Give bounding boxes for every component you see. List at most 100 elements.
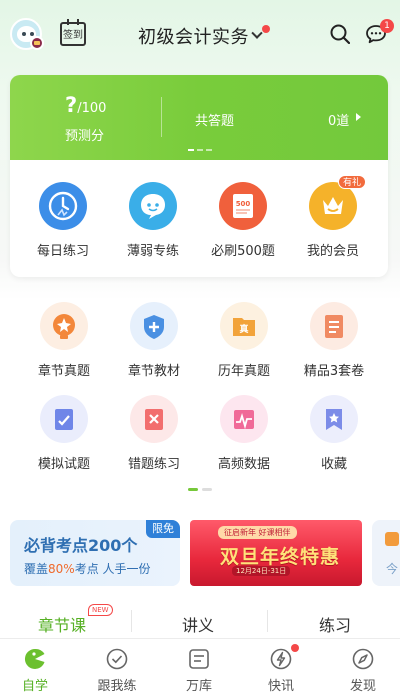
quick-label: 我的会员 — [306, 244, 359, 259]
premium-papers-icon — [310, 302, 358, 350]
favorites-icon — [310, 395, 358, 443]
banner-title: 双旦年终特惠 — [220, 546, 341, 568]
score-summary[interactable]: ?/100 预测分 共答题 0道 — [10, 75, 388, 160]
chevron-down-icon — [251, 27, 263, 39]
chapter-textbook-icon — [130, 302, 178, 350]
quick-actions: 每日练习 薄弱专练 500 必刷500题 我的会员 — [10, 182, 388, 262]
predict-score-total: /100 — [77, 101, 107, 116]
banner-sub-prefix: 覆盖 — [24, 562, 49, 576]
nav-label: 发现 — [349, 679, 376, 692]
tab-divider — [131, 610, 132, 632]
banner-title: 必背考点200个 — [24, 536, 138, 555]
nav-practice-with-me[interactable]: 跟我练 — [77, 639, 157, 692]
avatar-eye-left — [22, 32, 26, 36]
quick-must-do-500[interactable]: 500 必刷500题 — [198, 182, 288, 259]
content-tabs: 章节课 NEW 讲义 练习 — [0, 604, 400, 638]
card-page-indicator — [188, 149, 212, 151]
year-end-sale-banner[interactable]: 征启新年 好课相伴 双旦年终特惠 12月24日-31日 — [190, 520, 362, 586]
quick-weak-practice[interactable]: 薄弱专练 — [108, 182, 198, 259]
subject-title: 初级会计实务 — [138, 27, 249, 48]
svg-text:500: 500 — [236, 200, 251, 208]
checkin-label: 签到 — [63, 30, 83, 41]
past-exams-icon: 真 — [220, 302, 268, 350]
next-banner[interactable]: 今 — [372, 520, 400, 586]
nav-self-study[interactable]: 自学 — [0, 639, 75, 692]
bottom-navigation: 自学 跟我练 万库 快讯 发现 — [0, 638, 400, 692]
subject-notification-dot — [262, 25, 270, 33]
nav-label: 跟我练 — [97, 679, 137, 692]
practice-with-me-icon — [106, 648, 128, 670]
banner-sub-highlight: 80% — [48, 562, 75, 576]
chevron-right-icon — [356, 113, 361, 121]
news-flash-icon — [270, 648, 292, 670]
high-frequency-icon — [220, 395, 268, 443]
predict-score-label: 预测分 — [65, 129, 105, 144]
grid-page-indicator — [188, 488, 212, 491]
grid-mock-exam[interactable]: 模拟试题 — [19, 395, 109, 472]
total-answered-value: 0道 — [328, 114, 350, 129]
wrong-questions-icon — [130, 395, 178, 443]
predict-score-value: ?/100 — [65, 93, 106, 117]
total-answered-label: 共答题 — [195, 114, 235, 129]
nav-question-bank[interactable]: 万库 — [159, 639, 239, 692]
quick-membership[interactable]: 我的会员 — [288, 182, 378, 259]
tab-practice[interactable]: 练习 — [319, 612, 351, 636]
chapter-exam-icon — [40, 302, 88, 350]
quick-label: 每日练习 — [36, 244, 89, 259]
grid-premium-papers[interactable]: 精品3套卷 — [289, 302, 379, 379]
mock-exam-icon — [40, 395, 88, 443]
grid-label: 历年真题 — [217, 364, 270, 379]
must-do-500-icon: 500 — [219, 182, 267, 230]
grid-label: 错题练习 — [127, 457, 180, 472]
predict-score-number: ? — [65, 93, 78, 117]
search-icon[interactable] — [330, 24, 350, 44]
nav-discover[interactable]: 发现 — [323, 639, 400, 692]
nav-label: 快讯 — [267, 679, 294, 692]
divider — [161, 97, 162, 137]
calendar-icon — [385, 532, 399, 546]
key-points-banner[interactable]: 必背考点200个 覆盖80%考点 人手一份 限免 — [10, 520, 180, 586]
quick-label: 薄弱专练 — [126, 244, 179, 259]
banner-date: 12月24日-31日 — [232, 566, 291, 576]
question-bank-icon — [189, 649, 209, 669]
member-badge-icon — [30, 36, 44, 50]
grid-label: 高频数据 — [217, 457, 270, 472]
grid-past-exams[interactable]: 真 历年真题 — [199, 302, 289, 379]
grid-label: 模拟试题 — [37, 457, 90, 472]
free-tag: 限免 — [146, 520, 180, 538]
score-card: ?/100 预测分 共答题 0道 每日练习 薄弱专练 500 必刷500题 我的… — [10, 75, 388, 277]
nav-label: 自学 — [21, 679, 48, 692]
banner-top-text: 征启新年 好课相伴 — [218, 526, 297, 539]
avatar-eye-right — [30, 32, 34, 36]
svg-text:真: 真 — [239, 323, 248, 335]
subject-selector[interactable]: 初级会计实务 — [138, 23, 263, 49]
banner-text: 今 — [386, 562, 399, 576]
grid-chapter-exam[interactable]: 章节真题 — [19, 302, 109, 379]
tab-handouts[interactable]: 讲义 — [182, 612, 214, 636]
grid-favorites[interactable]: 收藏 — [289, 395, 379, 472]
tab-divider — [267, 610, 268, 632]
top-bar: 签到 初级会计实务 1 — [0, 0, 400, 70]
new-badge: NEW — [88, 604, 113, 616]
quick-daily-practice[interactable]: 每日练习 — [18, 182, 108, 259]
daily-practice-icon — [39, 182, 87, 230]
banner-subtitle: 覆盖80%考点 人手一份 — [24, 560, 151, 577]
grid-wrong-questions[interactable]: 错题练习 — [109, 395, 199, 472]
checkin-button[interactable]: 签到 — [60, 19, 86, 46]
weak-practice-icon — [129, 182, 177, 230]
tab-chapter-course[interactable]: 章节课 — [38, 612, 86, 636]
nav-label: 万库 — [185, 679, 212, 692]
nav-news-flash[interactable]: 快讯 — [241, 639, 321, 692]
nav-notification-dot — [291, 644, 299, 652]
grid-label: 精品3套卷 — [303, 364, 365, 379]
discover-icon — [352, 648, 374, 670]
grid-label: 章节真题 — [37, 364, 90, 379]
self-study-icon — [24, 648, 45, 669]
quick-label: 必刷500题 — [211, 244, 275, 259]
grid-label: 收藏 — [320, 457, 347, 472]
grid-label: 章节教材 — [127, 364, 180, 379]
banner-sub-suffix: 考点 人手一份 — [74, 562, 151, 576]
message-count-badge: 1 — [380, 19, 394, 33]
grid-high-frequency[interactable]: 高频数据 — [199, 395, 289, 472]
grid-chapter-textbook[interactable]: 章节教材 — [109, 302, 199, 379]
